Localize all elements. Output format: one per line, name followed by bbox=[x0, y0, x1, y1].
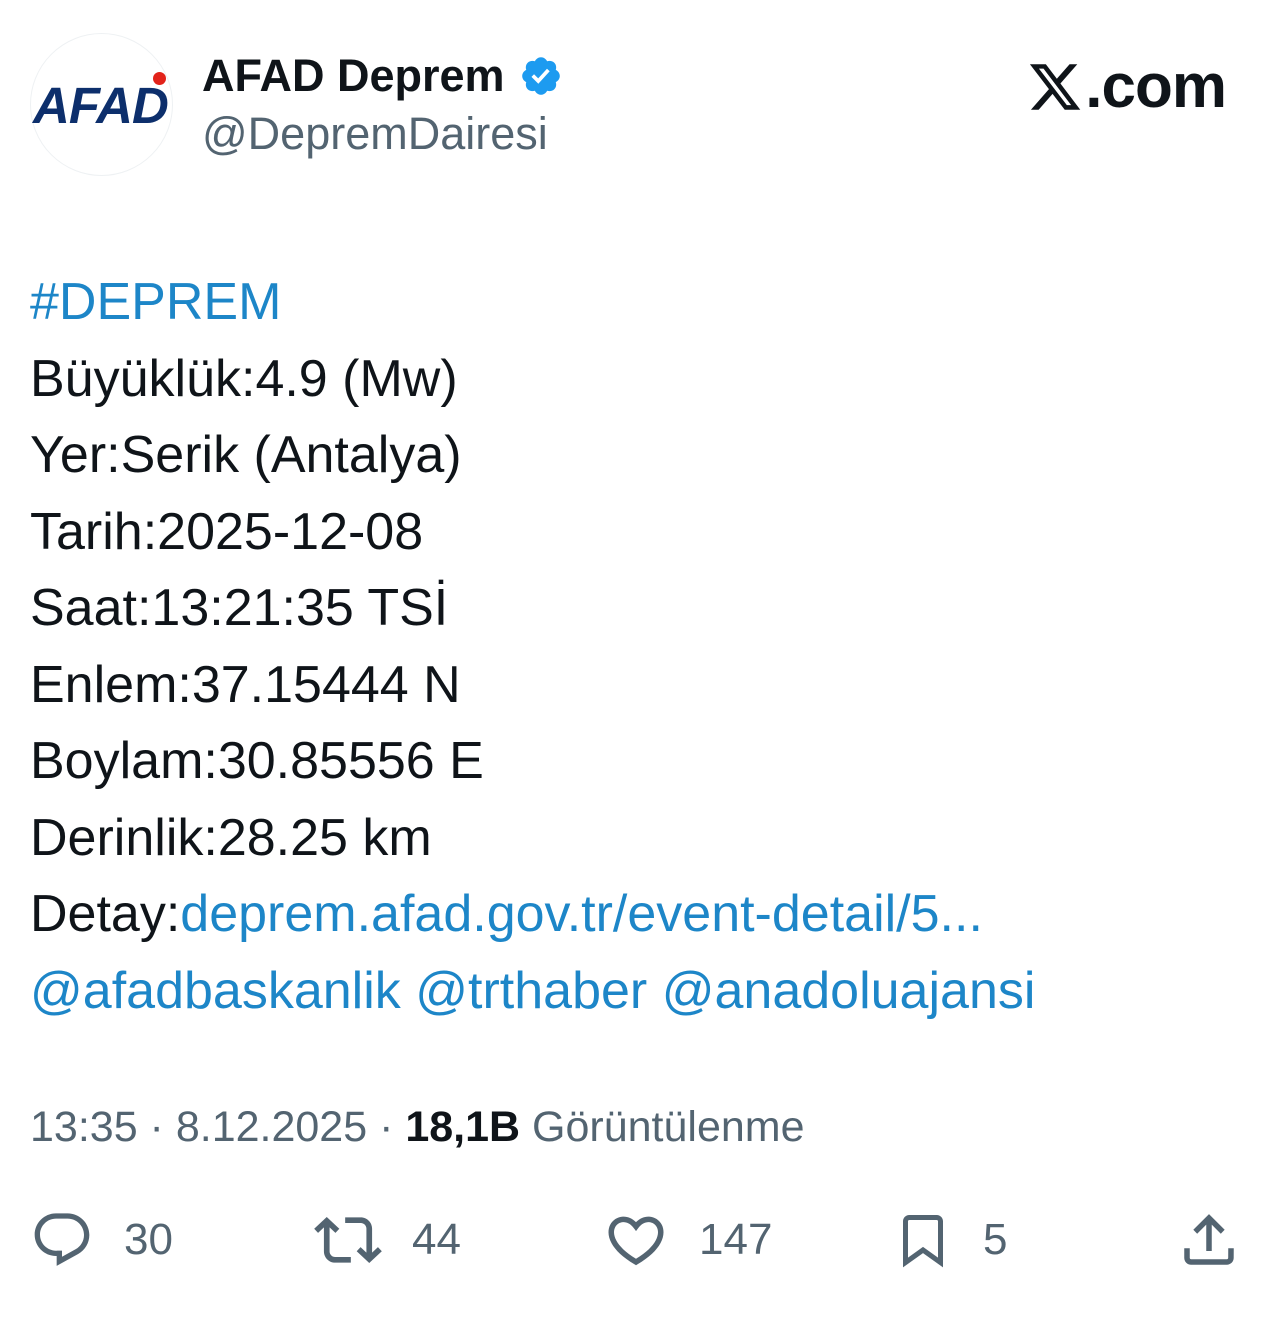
repost-count: 44 bbox=[412, 1215, 461, 1264]
share-button[interactable] bbox=[1176, 1200, 1242, 1280]
mention-afadbaskanlik[interactable]: @afadbaskanlik bbox=[30, 962, 401, 1020]
tweet-meta: 13:35 · 8.12.2025 · 18,1B Görüntülenme bbox=[30, 1100, 805, 1154]
meta-separator: · bbox=[137, 1103, 176, 1151]
like-button[interactable]: 147 bbox=[603, 1200, 772, 1280]
magnitude-line: Büyüklük:4.9 (Mw) bbox=[30, 349, 458, 408]
heart-icon bbox=[608, 1216, 664, 1266]
hashtag-link[interactable]: #DEPREM bbox=[30, 264, 1035, 341]
detail-line: Detay:deprem.afad.gov.tr/event-detail/5.… bbox=[30, 876, 1035, 953]
location-line: Yer:Serik (Antalya) bbox=[30, 426, 462, 484]
action-bar: 30 44 147 5 bbox=[0, 1200, 1280, 1280]
author-display-name[interactable]: AFAD Deprem bbox=[202, 50, 505, 102]
reply-button[interactable]: 30 bbox=[30, 1200, 173, 1280]
detail-label: Detay: bbox=[30, 885, 181, 943]
verified-badge-icon bbox=[521, 57, 560, 95]
afad-logo-text: AFAD bbox=[33, 77, 169, 134]
repost-button[interactable]: 44 bbox=[314, 1200, 461, 1280]
date-line: Tarih:2025-12-08 bbox=[30, 502, 424, 561]
mention-trthaber[interactable]: @trthaber bbox=[415, 962, 647, 1020]
bookmark-count: 5 bbox=[983, 1215, 1008, 1264]
brand-domain-text: .com bbox=[1085, 52, 1227, 121]
time-line: Saat:13:21:35 TSİ bbox=[30, 579, 449, 637]
x-logo-icon bbox=[1030, 64, 1081, 110]
reply-count: 30 bbox=[124, 1215, 173, 1264]
bookmark-button[interactable]: 5 bbox=[893, 1200, 1007, 1280]
share-icon bbox=[1184, 1214, 1234, 1265]
like-count: 147 bbox=[699, 1215, 773, 1264]
mention-anadoluajansi[interactable]: @anadoluajansi bbox=[662, 962, 1036, 1020]
views-label: Görüntülenme bbox=[532, 1103, 805, 1151]
longitude-line: Boylam:30.85556 E bbox=[30, 732, 484, 790]
depth-line: Derinlik:28.25 km bbox=[30, 808, 432, 867]
bookmark-icon bbox=[903, 1215, 943, 1268]
repost-icon bbox=[314, 1216, 382, 1264]
turkish-flag-dot-icon bbox=[153, 72, 166, 85]
tweet-card: AFAD AFAD Deprem @DepremDairesi .com #DE… bbox=[0, 0, 1280, 1336]
avatar[interactable]: AFAD bbox=[30, 33, 173, 176]
mentions-line: @afadbaskanlik @trthaber @anadoluajansi bbox=[30, 953, 1035, 1030]
views-count: 18,1B bbox=[405, 1103, 521, 1151]
meta-separator: · bbox=[367, 1103, 406, 1151]
author-name-row: AFAD Deprem bbox=[202, 50, 563, 102]
author-handle[interactable]: @DepremDairesi bbox=[202, 108, 548, 160]
post-date[interactable]: 8.12.2025 bbox=[176, 1103, 367, 1151]
reply-icon bbox=[34, 1213, 90, 1266]
tweet-body: #DEPREM Büyüklük:4.9 (Mw) Yer:Serik (Ant… bbox=[30, 264, 1035, 1029]
latitude-line: Enlem:37.15444 N bbox=[30, 655, 461, 714]
post-time[interactable]: 13:35 bbox=[30, 1103, 138, 1151]
x-brand-mark: .com bbox=[1025, 52, 1227, 122]
detail-link[interactable]: deprem.afad.gov.tr/event-detail/5... bbox=[180, 885, 983, 943]
